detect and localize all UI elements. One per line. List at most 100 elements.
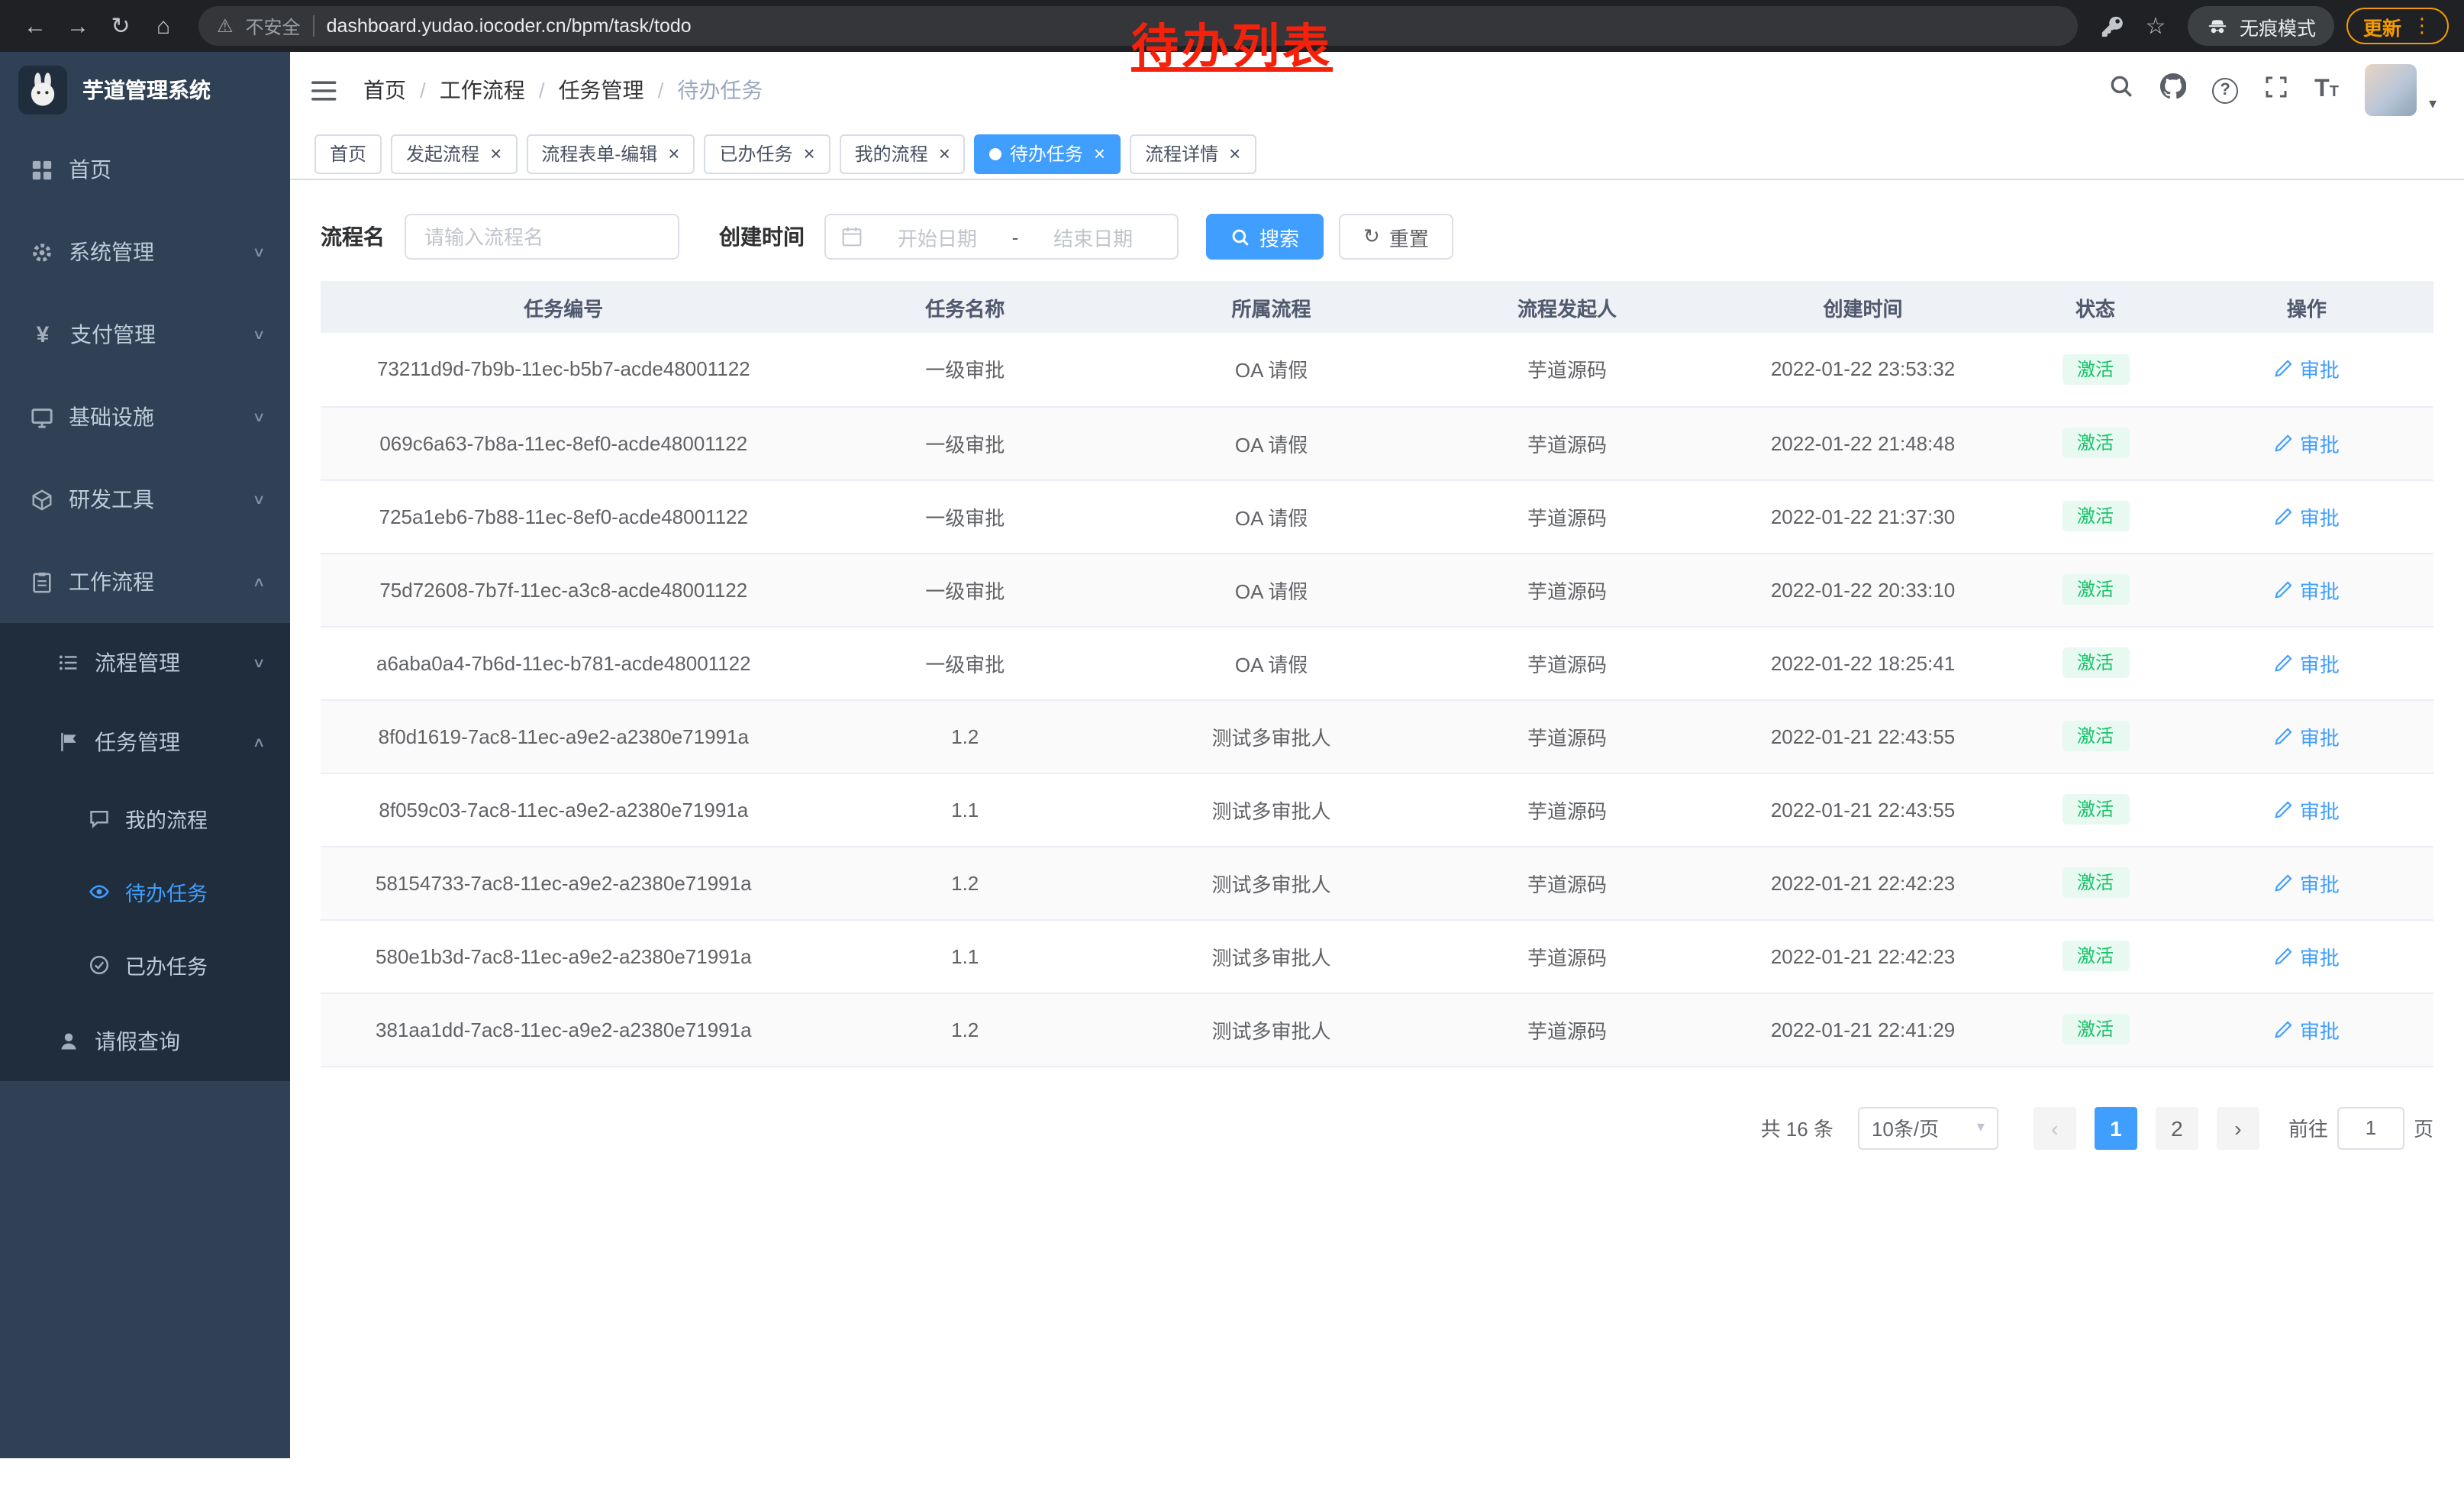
app-logo-row[interactable]: 芋道管理系统 xyxy=(0,52,290,128)
approve-button[interactable]: 审批 xyxy=(2274,795,2340,824)
cell-task-name: 1.2 xyxy=(951,725,979,747)
date-range-picker[interactable]: 开始日期 - 结束日期 xyxy=(824,214,1179,260)
tab-close-icon[interactable]: × xyxy=(939,144,950,163)
next-page-button[interactable]: › xyxy=(2217,1106,2259,1149)
sidebar-item-task-management[interactable]: 任务管理 ∧ xyxy=(0,702,290,782)
bookmark-star-icon[interactable]: ☆ xyxy=(2136,6,2175,46)
edit-icon xyxy=(2274,506,2294,526)
sidebar-item-label: 待办任务 xyxy=(125,876,266,907)
sidebar-item-label: 流程管理 xyxy=(95,647,237,678)
sidebar-item-payment[interactable]: ¥ 支付管理 ∨ xyxy=(0,293,290,376)
status-badge: 激活 xyxy=(2062,794,2129,825)
browser-home-icon[interactable]: ⌂ xyxy=(144,6,183,46)
sidebar-item-workflow[interactable]: 工作流程 ∧ xyxy=(0,541,290,623)
filter-bar: 流程名 创建时间 开始日期 - 结束日期 搜索 ↻ 重置 xyxy=(290,180,2464,260)
approve-button[interactable]: 审批 xyxy=(2274,868,2340,897)
hamburger-icon[interactable] xyxy=(311,79,339,102)
cell-process: 测试多审批人 xyxy=(1212,726,1331,749)
process-name-label: 流程名 xyxy=(321,221,385,252)
sidebar-item-leave-query[interactable]: 请假查询 xyxy=(0,1002,290,1081)
help-icon[interactable]: ? xyxy=(2212,77,2238,103)
breadcrumb-task-management[interactable]: 任务管理 xyxy=(559,75,644,105)
tab-close-icon[interactable]: × xyxy=(1094,144,1105,163)
approve-button[interactable]: 审批 xyxy=(2274,721,2340,750)
sidebar-item-label: 支付管理 xyxy=(70,319,237,350)
sidebar-item-devtools[interactable]: 研发工具 ∨ xyxy=(0,458,290,541)
yen-icon: ¥ xyxy=(31,321,55,347)
cell-process: OA 请假 xyxy=(1235,433,1308,456)
avatar[interactable] xyxy=(2365,64,2417,116)
tab-5[interactable]: 待办任务× xyxy=(975,134,1121,173)
breadcrumb-workflow[interactable]: 工作流程 xyxy=(440,75,525,105)
status-badge: 激活 xyxy=(2062,428,2129,459)
edit-icon xyxy=(2274,1019,2294,1039)
goto-page-input[interactable] xyxy=(2337,1106,2404,1149)
cell-initiator: 芋道源码 xyxy=(1527,506,1607,529)
top-navbar: 首页 / 工作流程 / 任务管理 / 待办任务 ? xyxy=(290,52,2464,128)
browser-reload-icon[interactable]: ↻ xyxy=(101,6,140,46)
sidebar-item-process-management[interactable]: 流程管理 ∨ xyxy=(0,623,290,702)
github-icon[interactable] xyxy=(2160,73,2186,107)
search-button[interactable]: 搜索 xyxy=(1206,214,1324,260)
tab-4[interactable]: 我的流程× xyxy=(840,134,966,173)
avatar-caret-icon[interactable]: ▾ xyxy=(2429,96,2437,116)
tab-3[interactable]: 已办任务× xyxy=(704,134,830,173)
font-size-icon[interactable]: T T xyxy=(2314,78,2339,102)
sidebar-item-infrastructure[interactable]: 基础设施 ∨ xyxy=(0,376,290,458)
column-status: 状态 xyxy=(2011,281,2179,333)
app-logo xyxy=(18,66,67,115)
cell-task-id: 8f0d1619-7ac8-11ec-a9e2-a2380e71991a xyxy=(379,725,749,747)
tab-bar: 首页发起流程×流程表单-编辑×已办任务× 我的流程×待办任务×流程详情× xyxy=(290,128,2464,180)
approve-button[interactable]: 审批 xyxy=(2274,941,2340,970)
browser-forward-icon[interactable]: → xyxy=(58,6,98,46)
approve-button[interactable]: 审批 xyxy=(2274,428,2340,457)
breadcrumb-separator: / xyxy=(539,78,545,102)
sidebar-item-todo-tasks[interactable]: 待办任务 xyxy=(0,855,290,928)
security-label[interactable]: 不安全 xyxy=(246,13,301,39)
reset-button[interactable]: ↻ 重置 xyxy=(1339,214,1453,260)
cell-task-name: 一级审批 xyxy=(925,653,1005,676)
search-icon[interactable] xyxy=(2108,73,2134,107)
tab-0[interactable]: 首页 xyxy=(314,134,382,173)
fullscreen-icon[interactable] xyxy=(2264,74,2288,106)
page-button-2[interactable]: 2 xyxy=(2156,1106,2198,1149)
password-key-icon[interactable] xyxy=(2093,6,2133,46)
browser-back-icon[interactable]: ← xyxy=(15,6,55,46)
tab-1[interactable]: 发起流程× xyxy=(391,134,517,173)
page-button-1[interactable]: 1 xyxy=(2095,1106,2137,1149)
tab-close-icon[interactable]: × xyxy=(803,144,814,163)
search-button-label: 搜索 xyxy=(1259,222,1299,251)
browser-update-button[interactable]: 更新 ⋮ xyxy=(2346,8,2449,44)
tab-2[interactable]: 流程表单-编辑× xyxy=(526,134,695,173)
approve-button[interactable]: 审批 xyxy=(2274,355,2340,384)
browser-menu-icon[interactable]: ⋮ xyxy=(2412,14,2432,38)
end-date-placeholder[interactable]: 结束日期 xyxy=(1024,222,1162,251)
sidebar-item-label: 请假查询 xyxy=(95,1026,266,1057)
tab-close-icon[interactable]: × xyxy=(668,144,679,163)
approve-button[interactable]: 审批 xyxy=(2274,502,2340,531)
approve-button[interactable]: 审批 xyxy=(2274,575,2340,604)
page-size-select[interactable]: 10条/页 ▾ xyxy=(1858,1106,1998,1149)
edit-icon xyxy=(2274,946,2294,966)
status-badge: 激活 xyxy=(2062,647,2129,679)
tab-close-icon[interactable]: × xyxy=(490,144,502,163)
process-name-input[interactable] xyxy=(405,214,679,260)
breadcrumb-home[interactable]: 首页 xyxy=(363,75,406,105)
approve-button[interactable]: 审批 xyxy=(2274,1015,2340,1044)
tab-close-icon[interactable]: × xyxy=(1229,144,1240,163)
prev-page-button[interactable]: ‹ xyxy=(2033,1106,2076,1149)
approve-button[interactable]: 审批 xyxy=(2274,648,2340,677)
start-date-placeholder[interactable]: 开始日期 xyxy=(869,222,1006,251)
sidebar-item-my-processes[interactable]: 我的流程 xyxy=(0,782,290,855)
font-size-large-glyph: T xyxy=(2314,78,2330,102)
sidebar-item-system[interactable]: 系统管理 ∨ xyxy=(0,211,290,293)
tab-6[interactable]: 流程详情× xyxy=(1130,134,1256,173)
sidebar-item-home[interactable]: 首页 xyxy=(0,128,290,211)
sidebar-item-label: 任务管理 xyxy=(95,727,237,757)
sidebar-item-label: 基础设施 xyxy=(69,402,237,432)
cell-initiator: 芋道源码 xyxy=(1527,653,1607,676)
edit-icon xyxy=(2274,873,2294,893)
column-create-time: 创建时间 xyxy=(1715,281,2011,333)
cell-process: OA 请假 xyxy=(1235,579,1308,602)
sidebar-item-done-tasks[interactable]: 已办任务 xyxy=(0,928,290,1002)
